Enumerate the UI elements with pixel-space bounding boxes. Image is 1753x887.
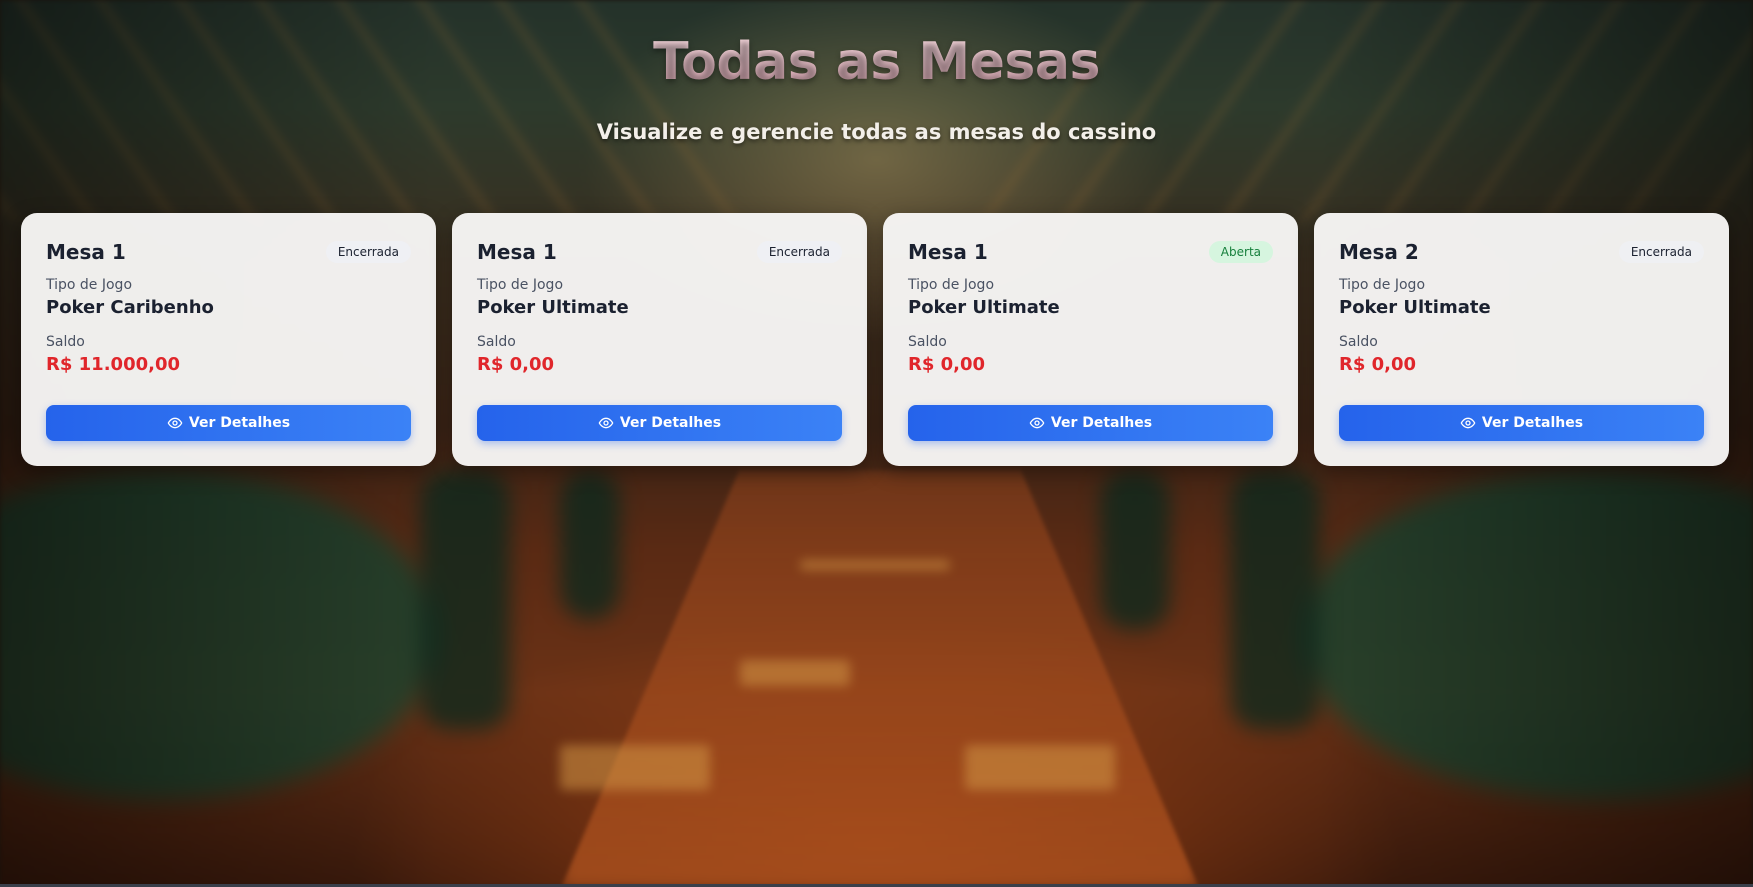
view-details-label: Ver Detalhes <box>1050 415 1153 431</box>
table-card: Mesa 1 Encerrada Tipo de Jogo Poker Cari… <box>21 213 436 466</box>
balance-value: R$ 0,00 <box>477 354 555 375</box>
game-type-label: Tipo de Jogo <box>477 277 564 293</box>
eye-icon <box>598 417 614 429</box>
game-type: Poker Ultimate <box>477 297 629 318</box>
view-details-button[interactable]: Ver Detalhes <box>908 405 1273 441</box>
balance-value: R$ 11.000,00 <box>46 354 180 375</box>
page-subtitle: Visualize e gerencie todas as mesas do c… <box>596 120 1157 144</box>
balance-label: Saldo <box>477 334 516 350</box>
main-content: Todas as Mesas Visualize e gerencie toda… <box>0 0 1753 887</box>
view-details-button[interactable]: Ver Detalhes <box>477 405 842 441</box>
table-card: Mesa 1 Encerrada Tipo de Jogo Poker Ulti… <box>452 213 867 466</box>
balance-label: Saldo <box>1339 334 1378 350</box>
table-card: Mesa 1 Aberta Tipo de Jogo Poker Ultimat… <box>883 213 1298 466</box>
view-details-label: Ver Detalhes <box>1481 415 1584 431</box>
game-type: Poker Ultimate <box>908 297 1060 318</box>
table-card: Mesa 2 Encerrada Tipo de Jogo Poker Ulti… <box>1314 213 1729 466</box>
eye-icon <box>167 417 183 429</box>
tables-grid: Mesa 1 Encerrada Tipo de Jogo Poker Cari… <box>21 213 1729 466</box>
status-badge: Aberta <box>1208 241 1273 263</box>
eye-icon <box>1029 417 1045 429</box>
game-type-label: Tipo de Jogo <box>1339 277 1426 293</box>
balance-value: R$ 0,00 <box>908 354 986 375</box>
game-type: Poker Caribenho <box>46 297 214 318</box>
view-details-button[interactable]: Ver Detalhes <box>46 405 411 441</box>
balance-label: Saldo <box>46 334 85 350</box>
view-details-label: Ver Detalhes <box>188 415 291 431</box>
view-details-label: Ver Detalhes <box>619 415 722 431</box>
balance-label: Saldo <box>908 334 947 350</box>
status-badge: Encerrada <box>1618 241 1704 263</box>
balance-value: R$ 0,00 <box>1339 354 1417 375</box>
game-type-label: Tipo de Jogo <box>908 277 995 293</box>
page-title: Todas as Mesas <box>0 32 1753 92</box>
status-badge: Encerrada <box>756 241 842 263</box>
table-name: Mesa 1 <box>477 240 557 264</box>
table-name: Mesa 1 <box>908 240 988 264</box>
status-badge: Encerrada <box>325 241 411 263</box>
eye-icon <box>1460 417 1476 429</box>
table-name: Mesa 2 <box>1339 240 1419 264</box>
game-type-label: Tipo de Jogo <box>46 277 133 293</box>
table-name: Mesa 1 <box>46 240 126 264</box>
game-type: Poker Ultimate <box>1339 297 1491 318</box>
view-details-button[interactable]: Ver Detalhes <box>1339 405 1704 441</box>
